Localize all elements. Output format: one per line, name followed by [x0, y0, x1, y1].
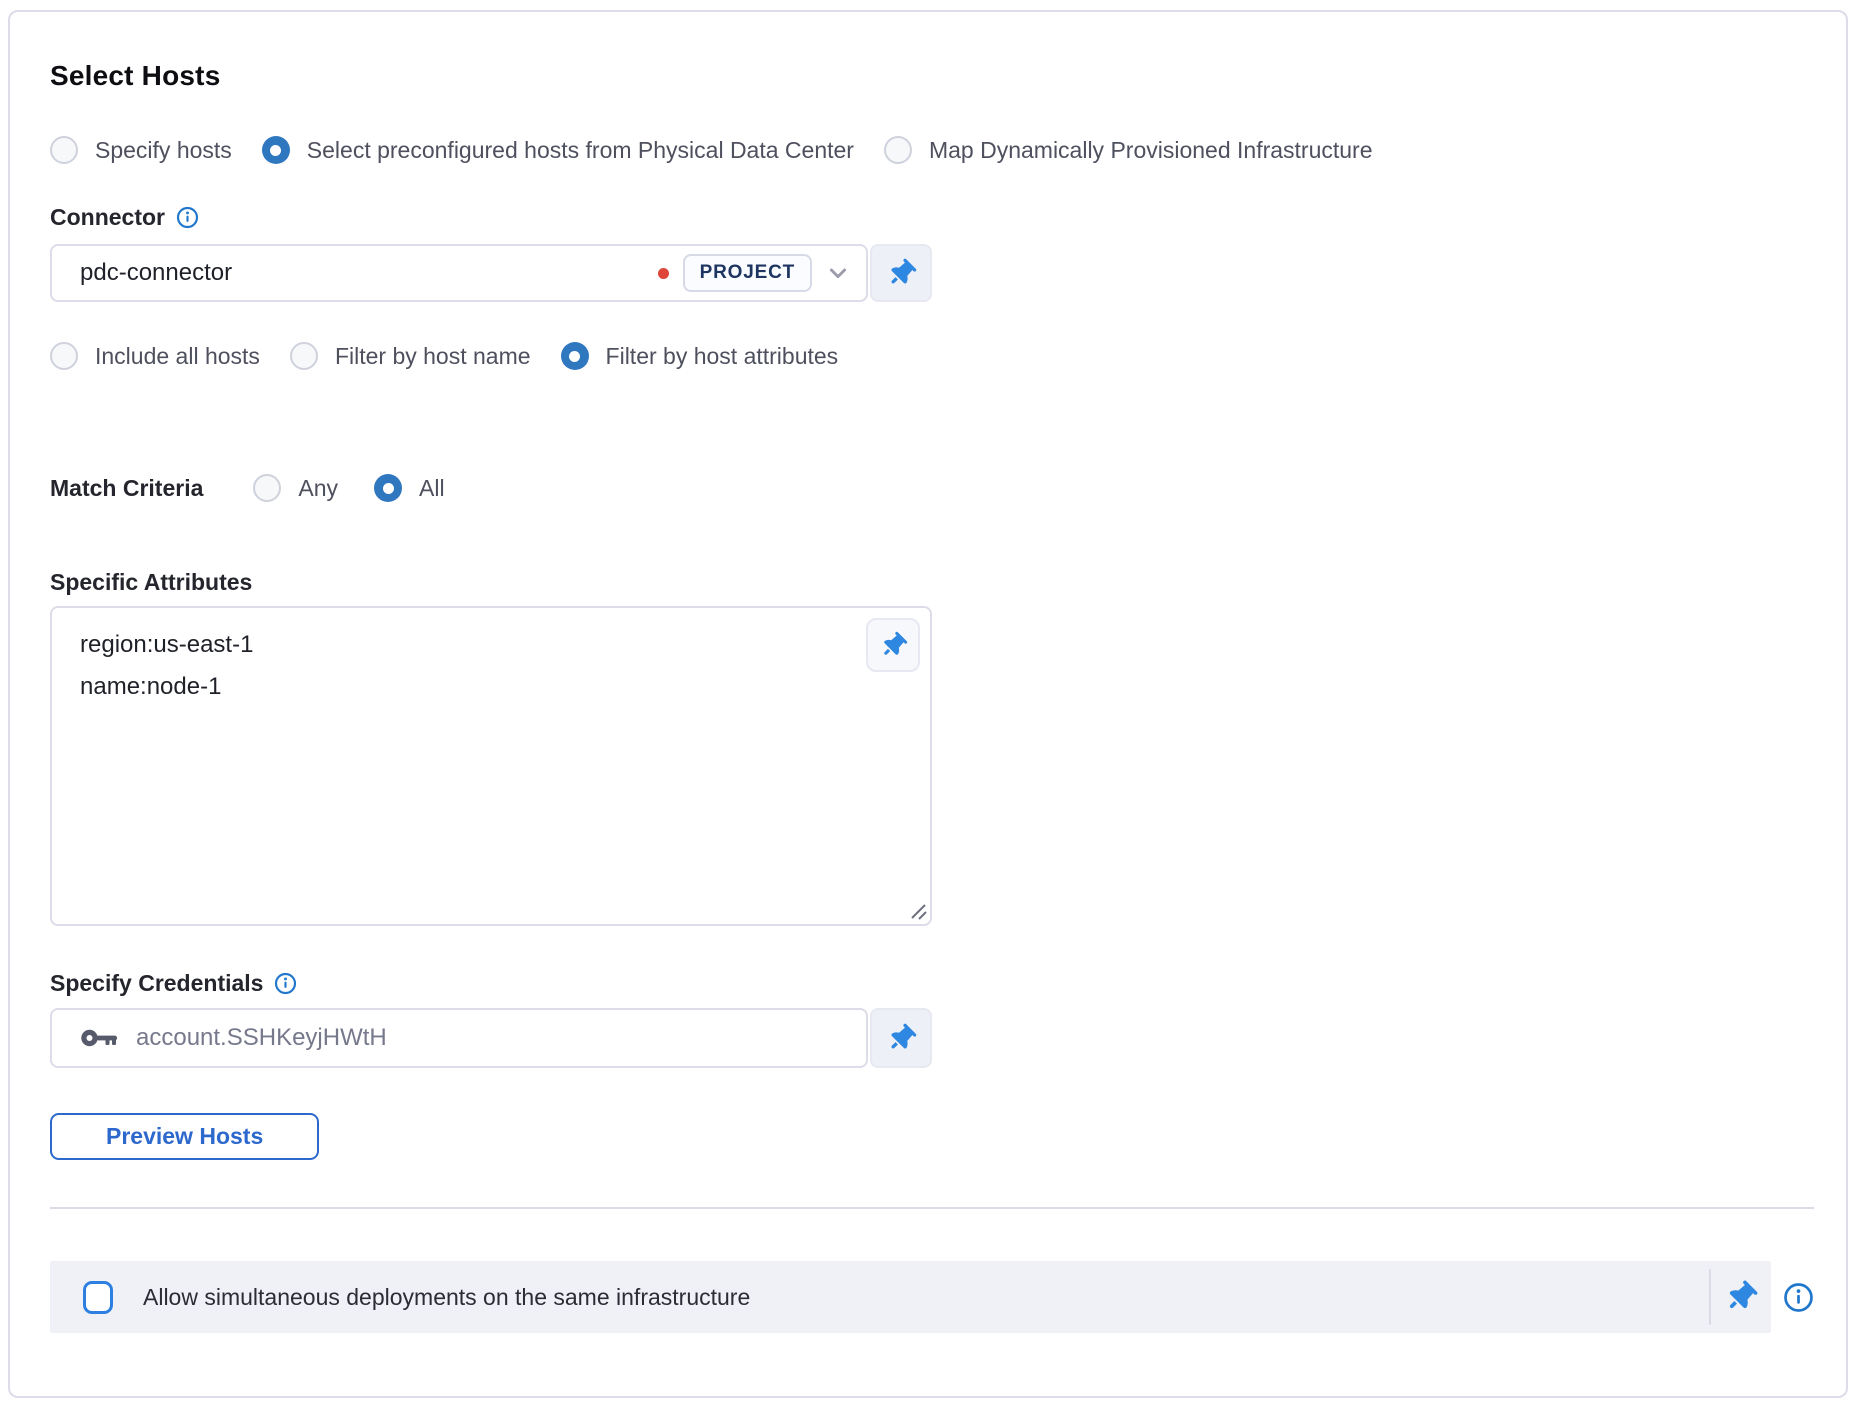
- radio-option-any[interactable]: Any: [253, 474, 338, 502]
- key-icon: [80, 1025, 118, 1051]
- credentials-label-row: Specify Credentials: [50, 970, 1814, 997]
- radio-option-filter-by-host-name[interactable]: Filter by host name: [290, 342, 531, 370]
- specific-attributes-label-row: Specific Attributes: [50, 569, 1814, 596]
- select-hosts-panel: Select Hosts Specify hosts Select precon…: [8, 10, 1848, 1398]
- radio-circle-icon-selected[interactable]: [561, 342, 589, 370]
- required-dot-icon: [658, 268, 669, 279]
- radio-label: Filter by host name: [335, 343, 531, 370]
- connector-pin-button[interactable]: [870, 244, 932, 302]
- footer-pin-button[interactable]: [1711, 1261, 1771, 1333]
- footer-info-icon[interactable]: [1783, 1282, 1814, 1313]
- connector-input[interactable]: pdc-connector PROJECT: [50, 244, 868, 302]
- radio-circle-icon-selected[interactable]: [374, 474, 402, 502]
- radio-circle-icon[interactable]: [50, 342, 78, 370]
- radio-label: Select preconfigured hosts from Physical…: [307, 137, 854, 164]
- connector-label: Connector: [50, 204, 165, 231]
- pin-icon: [882, 254, 920, 292]
- specify-credentials-label: Specify Credentials: [50, 970, 263, 997]
- radio-label: Map Dynamically Provisioned Infrastructu…: [929, 137, 1373, 164]
- match-criteria-label: Match Criteria: [50, 475, 203, 502]
- radio-circle-icon-selected[interactable]: [262, 136, 290, 164]
- section-divider: [50, 1207, 1814, 1209]
- radio-option-dynamic-infrastructure[interactable]: Map Dynamically Provisioned Infrastructu…: [884, 136, 1373, 164]
- radio-circle-icon[interactable]: [50, 136, 78, 164]
- specific-attributes-label: Specific Attributes: [50, 569, 252, 596]
- radio-option-include-all-hosts[interactable]: Include all hosts: [50, 342, 260, 370]
- radio-circle-icon[interactable]: [253, 474, 281, 502]
- page-title: Select Hosts: [50, 60, 1814, 92]
- attributes-pin-button[interactable]: [866, 618, 920, 672]
- host-filter-radio-group: Include all hosts Filter by host name Fi…: [50, 342, 1814, 370]
- pin-icon: [882, 1019, 920, 1057]
- radio-label: Specify hosts: [95, 137, 232, 164]
- radio-option-filter-by-host-attributes[interactable]: Filter by host attributes: [561, 342, 839, 370]
- radio-circle-icon[interactable]: [290, 342, 318, 370]
- radio-option-preconfigured-hosts[interactable]: Select preconfigured hosts from Physical…: [262, 136, 854, 164]
- credentials-info-icon[interactable]: [274, 972, 297, 995]
- credentials-input[interactable]: account.SSHKeyjHWtH: [50, 1008, 868, 1068]
- pin-icon: [1720, 1276, 1762, 1318]
- match-criteria-row: Match Criteria Any All: [50, 474, 1814, 502]
- host-source-radio-group: Specify hosts Select preconfigured hosts…: [50, 136, 1814, 164]
- footer-row: Allow simultaneous deployments on the sa…: [50, 1261, 1814, 1333]
- simultaneous-deployments-row: Allow simultaneous deployments on the sa…: [50, 1261, 1771, 1333]
- simultaneous-deployments-checkbox[interactable]: [83, 1281, 113, 1314]
- connector-value: pdc-connector: [80, 259, 658, 287]
- radio-label: Any: [298, 475, 338, 502]
- chevron-down-icon[interactable]: [826, 261, 850, 285]
- radio-label: Filter by host attributes: [606, 343, 839, 370]
- radio-option-specify-hosts[interactable]: Specify hosts: [50, 136, 232, 164]
- connector-info-icon[interactable]: [176, 206, 199, 229]
- connector-label-row: Connector: [50, 204, 1814, 231]
- radio-option-all[interactable]: All: [374, 474, 445, 502]
- credentials-field: account.SSHKeyjHWtH: [50, 1008, 932, 1068]
- specific-attributes-textarea[interactable]: region:us-east-1 name:node-1: [50, 606, 932, 926]
- radio-circle-icon[interactable]: [884, 136, 912, 164]
- radio-label: All: [419, 475, 445, 502]
- scope-badge: PROJECT: [683, 254, 812, 292]
- credentials-pin-button[interactable]: [870, 1008, 932, 1068]
- connector-field: pdc-connector PROJECT: [50, 244, 932, 302]
- pin-icon: [875, 627, 910, 662]
- credentials-value: account.SSHKeyjHWtH: [136, 1024, 850, 1052]
- specific-attributes-field: region:us-east-1 name:node-1: [50, 606, 932, 926]
- preview-hosts-button[interactable]: Preview Hosts: [50, 1113, 319, 1160]
- radio-label: Include all hosts: [95, 343, 260, 370]
- resize-handle-icon[interactable]: [908, 901, 928, 921]
- simultaneous-deployments-label: Allow simultaneous deployments on the sa…: [143, 1284, 1709, 1311]
